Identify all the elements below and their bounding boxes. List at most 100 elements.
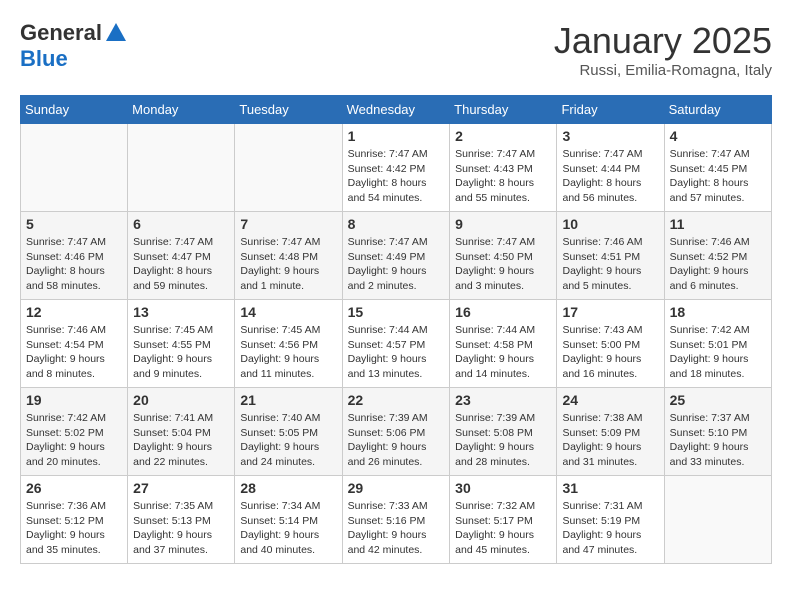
calendar-cell: 23 Sunrise: 7:39 AM Sunset: 5:08 PM Dayli… xyxy=(450,388,557,476)
logo-general-text: General xyxy=(20,20,102,46)
week-row-4: 19Sunrise: 7:42 AM Sunset: 5:02 PM Dayli… xyxy=(21,388,772,476)
calendar-cell: 31 Sunrise: 7:31 AM Sunset: 5:19 PM Dayli… xyxy=(557,476,664,564)
calendar-cell: 2Sunrise: 7:47 AM Sunset: 4:43 PM Daylig… xyxy=(450,124,557,212)
calendar-cell: 7 Sunrise: 7:47 AM Sunset: 4:48 PM Daylig… xyxy=(235,212,342,300)
day-number: 27 xyxy=(133,480,229,496)
col-saturday: Saturday xyxy=(664,96,771,124)
calendar-cell: 6 Sunrise: 7:47 AM Sunset: 4:47 PM Daylig… xyxy=(128,212,235,300)
day-number: 12 xyxy=(26,304,122,320)
day-info: Sunrise: 7:38 AM Sunset: 5:09 PM Dayligh… xyxy=(562,411,658,470)
day-number: 15 xyxy=(348,304,445,320)
calendar-cell: 11Sunrise: 7:46 AM Sunset: 4:52 PM Dayli… xyxy=(664,212,771,300)
calendar-cell: 21 Sunrise: 7:40 AM Sunset: 5:05 PM Dayli… xyxy=(235,388,342,476)
calendar-cell: 10 Sunrise: 7:46 AM Sunset: 4:51 PM Dayli… xyxy=(557,212,664,300)
day-info: Sunrise: 7:36 AM Sunset: 5:12 PM Dayligh… xyxy=(26,499,122,558)
calendar-cell: 9Sunrise: 7:47 AM Sunset: 4:50 PM Daylig… xyxy=(450,212,557,300)
day-number: 31 xyxy=(562,480,658,496)
calendar-body: 1Sunrise: 7:47 AM Sunset: 4:42 PM Daylig… xyxy=(21,124,772,564)
day-number: 10 xyxy=(562,216,658,232)
day-number: 19 xyxy=(26,392,122,408)
day-number: 24 xyxy=(562,392,658,408)
day-number: 13 xyxy=(133,304,229,320)
day-info: Sunrise: 7:32 AM Sunset: 5:17 PM Dayligh… xyxy=(455,499,551,558)
day-info: Sunrise: 7:45 AM Sunset: 4:55 PM Dayligh… xyxy=(133,323,229,382)
day-info: Sunrise: 7:46 AM Sunset: 4:51 PM Dayligh… xyxy=(562,235,658,294)
day-number: 5 xyxy=(26,216,122,232)
header-row: Sunday Monday Tuesday Wednesday Thursday… xyxy=(21,96,772,124)
col-monday: Monday xyxy=(128,96,235,124)
page-header: General Blue January 2025 Russi, Emilia-… xyxy=(20,20,772,79)
day-info: Sunrise: 7:46 AM Sunset: 4:52 PM Dayligh… xyxy=(670,235,766,294)
day-number: 20 xyxy=(133,392,229,408)
day-info: Sunrise: 7:47 AM Sunset: 4:47 PM Dayligh… xyxy=(133,235,229,294)
calendar-cell: 16 Sunrise: 7:44 AM Sunset: 4:58 PM Dayli… xyxy=(450,300,557,388)
day-number: 3 xyxy=(562,128,658,144)
day-number: 6 xyxy=(133,216,229,232)
calendar-cell: 1Sunrise: 7:47 AM Sunset: 4:42 PM Daylig… xyxy=(342,124,450,212)
day-info: Sunrise: 7:47 AM Sunset: 4:48 PM Dayligh… xyxy=(240,235,336,294)
calendar-cell: 8 Sunrise: 7:47 AM Sunset: 4:49 PM Daylig… xyxy=(342,212,450,300)
day-info: Sunrise: 7:47 AM Sunset: 4:49 PM Dayligh… xyxy=(348,235,445,294)
week-row-5: 26 Sunrise: 7:36 AM Sunset: 5:12 PM Dayli… xyxy=(21,476,772,564)
day-number: 7 xyxy=(240,216,336,232)
day-number: 9 xyxy=(455,216,551,232)
day-number: 8 xyxy=(348,216,445,232)
day-info: Sunrise: 7:31 AM Sunset: 5:19 PM Dayligh… xyxy=(562,499,658,558)
day-info: Sunrise: 7:39 AM Sunset: 5:08 PM Dayligh… xyxy=(455,411,551,470)
day-number: 28 xyxy=(240,480,336,496)
day-info: Sunrise: 7:35 AM Sunset: 5:13 PM Dayligh… xyxy=(133,499,229,558)
day-info: Sunrise: 7:47 AM Sunset: 4:43 PM Dayligh… xyxy=(455,147,551,206)
location: Russi, Emilia-Romagna, Italy xyxy=(554,62,772,79)
calendar-cell: 20 Sunrise: 7:41 AM Sunset: 5:04 PM Dayli… xyxy=(128,388,235,476)
calendar-cell: 5 Sunrise: 7:47 AM Sunset: 4:46 PM Daylig… xyxy=(21,212,128,300)
day-number: 30 xyxy=(455,480,551,496)
col-thursday: Thursday xyxy=(450,96,557,124)
calendar-cell: 28 Sunrise: 7:34 AM Sunset: 5:14 PM Dayli… xyxy=(235,476,342,564)
calendar-cell xyxy=(128,124,235,212)
day-number: 4 xyxy=(670,128,766,144)
day-number: 25 xyxy=(670,392,766,408)
day-number: 17 xyxy=(562,304,658,320)
day-info: Sunrise: 7:34 AM Sunset: 5:14 PM Dayligh… xyxy=(240,499,336,558)
day-info: Sunrise: 7:47 AM Sunset: 4:42 PM Dayligh… xyxy=(348,147,445,206)
day-number: 18 xyxy=(670,304,766,320)
calendar-cell: 4 Sunrise: 7:47 AM Sunset: 4:45 PM Daylig… xyxy=(664,124,771,212)
day-info: Sunrise: 7:44 AM Sunset: 4:58 PM Dayligh… xyxy=(455,323,551,382)
calendar-cell: 26 Sunrise: 7:36 AM Sunset: 5:12 PM Dayli… xyxy=(21,476,128,564)
logo-blue-text: Blue xyxy=(20,46,68,72)
calendar-cell xyxy=(235,124,342,212)
title-block: January 2025 Russi, Emilia-Romagna, Ital… xyxy=(554,20,772,79)
logo-icon xyxy=(104,21,128,45)
day-number: 16 xyxy=(455,304,551,320)
calendar-cell: 22Sunrise: 7:39 AM Sunset: 5:06 PM Dayli… xyxy=(342,388,450,476)
col-tuesday: Tuesday xyxy=(235,96,342,124)
week-row-2: 5 Sunrise: 7:47 AM Sunset: 4:46 PM Daylig… xyxy=(21,212,772,300)
col-wednesday: Wednesday xyxy=(342,96,450,124)
day-info: Sunrise: 7:33 AM Sunset: 5:16 PM Dayligh… xyxy=(348,499,445,558)
calendar-cell: 13 Sunrise: 7:45 AM Sunset: 4:55 PM Dayli… xyxy=(128,300,235,388)
calendar-cell xyxy=(664,476,771,564)
day-number: 26 xyxy=(26,480,122,496)
day-info: Sunrise: 7:45 AM Sunset: 4:56 PM Dayligh… xyxy=(240,323,336,382)
day-info: Sunrise: 7:47 AM Sunset: 4:44 PM Dayligh… xyxy=(562,147,658,206)
day-info: Sunrise: 7:43 AM Sunset: 5:00 PM Dayligh… xyxy=(562,323,658,382)
week-row-1: 1Sunrise: 7:47 AM Sunset: 4:42 PM Daylig… xyxy=(21,124,772,212)
calendar-cell: 18Sunrise: 7:42 AM Sunset: 5:01 PM Dayli… xyxy=(664,300,771,388)
day-info: Sunrise: 7:44 AM Sunset: 4:57 PM Dayligh… xyxy=(348,323,445,382)
day-number: 29 xyxy=(348,480,445,496)
day-number: 21 xyxy=(240,392,336,408)
day-info: Sunrise: 7:47 AM Sunset: 4:46 PM Dayligh… xyxy=(26,235,122,294)
day-info: Sunrise: 7:41 AM Sunset: 5:04 PM Dayligh… xyxy=(133,411,229,470)
col-sunday: Sunday xyxy=(21,96,128,124)
calendar-cell: 27 Sunrise: 7:35 AM Sunset: 5:13 PM Dayli… xyxy=(128,476,235,564)
col-friday: Friday xyxy=(557,96,664,124)
calendar-cell xyxy=(21,124,128,212)
calendar-cell: 17 Sunrise: 7:43 AM Sunset: 5:00 PM Dayli… xyxy=(557,300,664,388)
day-number: 23 xyxy=(455,392,551,408)
calendar-cell: 30 Sunrise: 7:32 AM Sunset: 5:17 PM Dayli… xyxy=(450,476,557,564)
month-title: January 2025 xyxy=(554,20,772,62)
day-info: Sunrise: 7:37 AM Sunset: 5:10 PM Dayligh… xyxy=(670,411,766,470)
day-info: Sunrise: 7:47 AM Sunset: 4:45 PM Dayligh… xyxy=(670,147,766,206)
day-info: Sunrise: 7:40 AM Sunset: 5:05 PM Dayligh… xyxy=(240,411,336,470)
logo: General Blue xyxy=(20,20,128,72)
